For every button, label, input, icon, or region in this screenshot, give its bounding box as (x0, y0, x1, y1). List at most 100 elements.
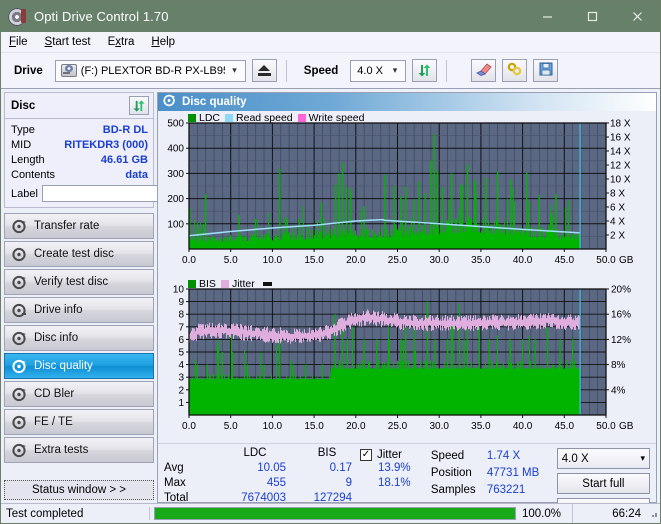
disc-type-value: BD-R DL (102, 123, 148, 136)
status-bar: Test completed 100.0% 66:24 (1, 503, 660, 523)
legend-bis: BIS (188, 278, 216, 290)
save-button[interactable] (533, 59, 559, 82)
svg-text:10.0: 10.0 (263, 255, 283, 266)
close-button[interactable] (615, 1, 660, 32)
jitter-toggle-row: ✓ Jitter (360, 447, 431, 462)
svg-text:3: 3 (178, 373, 184, 384)
sidebar-item-create-test-disc[interactable]: Create test disc (4, 241, 154, 267)
options-button[interactable] (502, 59, 528, 82)
disc-test-icon (12, 219, 27, 234)
svg-text:6: 6 (178, 335, 184, 346)
svg-text:10 X: 10 X (610, 175, 631, 186)
svg-text:30.0: 30.0 (429, 421, 449, 432)
chevron-down-icon: ▾ (232, 65, 237, 75)
svg-text:45.0: 45.0 (555, 421, 575, 432)
sidebar-item-label: Extra tests (34, 444, 89, 456)
svg-text:30.0: 30.0 (429, 255, 449, 266)
window-title: Opti Drive Control 1.70 (34, 9, 169, 24)
sidebar-item-label: Create test disc (34, 248, 114, 260)
minimize-button[interactable] (525, 1, 570, 32)
start-full-button[interactable]: Start full (556, 473, 651, 494)
drive-select-value: (F:) PLEXTOR BD-R PX-LB950SA 1.06 (80, 64, 225, 77)
bis-chart-legend: BIS Jitter (188, 278, 272, 290)
svg-text:2 X: 2 X (610, 231, 625, 242)
sidebar-item-drive-info[interactable]: Drive info (4, 297, 154, 323)
sidebar-item-disc-info[interactable]: Disc info (4, 325, 154, 351)
speed-stats: Speed 1.74 X Position 47731 MB Samples 7… (431, 447, 557, 498)
svg-text:35.0: 35.0 (471, 421, 491, 432)
svg-text:300: 300 (167, 169, 184, 180)
maximize-button[interactable] (570, 1, 615, 32)
test-speed-select[interactable]: 4.0 X ▾ (556, 448, 651, 469)
disc-row-type: Type BD-R DL (11, 122, 148, 137)
disc-contents-value: data (125, 168, 148, 181)
disc-info-rows: Type BD-R DL MID RITEKDR3 (000) Length 4… (5, 119, 249, 207)
svg-text:5.0: 5.0 (224, 255, 238, 266)
status-message: Test completed (6, 507, 84, 520)
svg-text:20.0: 20.0 (346, 255, 366, 266)
sidebar-item-fe-te[interactable]: FE / TE (4, 409, 154, 435)
samples-value: 763221 (486, 483, 526, 496)
sidebar-item-label: Verify test disc (34, 276, 109, 288)
eject-icon (258, 65, 271, 71)
status-window-button[interactable]: Status window > > (4, 480, 154, 500)
svg-text:16%: 16% (611, 310, 631, 321)
speed-label: Speed (303, 64, 339, 77)
sidebar-nav: Transfer rate Create test disc Verify te… (4, 213, 154, 463)
svg-text:400: 400 (167, 144, 184, 155)
svg-text:12%: 12% (611, 335, 631, 346)
disc-row-contents: Contents data (11, 167, 148, 182)
svg-text:12 X: 12 X (610, 161, 631, 172)
bis-jitter-plot[interactable]: 1 23 45 6 78 910 4% 8% 12% 16% 20% 0.0 5.0 10.0 15.0 20… (158, 277, 656, 443)
menu-help[interactable]: Help (151, 36, 175, 48)
sidebar-item-transfer-rate[interactable]: Transfer rate (4, 213, 154, 239)
disc-contents-label: Contents (11, 168, 56, 181)
svg-text:10.0: 10.0 (263, 421, 283, 432)
disc-test-icon (163, 94, 176, 110)
read-speed-swatch (225, 114, 234, 122)
legend-read-speed: Read speed (225, 112, 293, 124)
svg-text:7: 7 (178, 322, 184, 333)
stats-avg-ldc: 10.05 (257, 462, 286, 474)
speed-row: Speed 1.74 X (431, 447, 557, 464)
stats-row-label-max: Max (164, 477, 186, 489)
refresh-button[interactable] (412, 59, 438, 82)
progress-bar-cell: 100.0% (149, 507, 572, 520)
sidebar-item-disc-quality[interactable]: Disc quality (4, 353, 154, 379)
sidebar-item-extra-tests[interactable]: Extra tests (4, 437, 154, 463)
window-controls (525, 1, 660, 32)
speed-select[interactable]: 4.0 X ▾ (350, 59, 407, 82)
svg-text:14 X: 14 X (610, 147, 631, 158)
toolbar-divider (285, 59, 287, 82)
speed-stat-value: 1.74 X (486, 449, 521, 462)
sidebar-item-cd-bler[interactable]: CD Bler (4, 381, 154, 407)
svg-text:4 X: 4 X (610, 217, 625, 228)
legend-label: Jitter (231, 278, 255, 290)
stats-grid: LDC BIS Avg 10.05 0.17 Max 455 9 Total 7… (164, 447, 360, 507)
clear-button[interactable] (471, 59, 497, 82)
disc-test-icon (12, 303, 27, 318)
menu-file[interactable]: FFileile (9, 36, 28, 48)
sidebar-item-verify-test-disc[interactable]: Verify test disc (4, 269, 154, 295)
svg-text:18 X: 18 X (610, 119, 631, 130)
resize-grip[interactable] (646, 504, 660, 523)
elapsed-time: 66:24 (572, 504, 646, 523)
ldc-plot[interactable]: 100 200 300 400 500 2 X 4 X 6 X 8 X 10 X 12 X 14 X 1… (158, 111, 656, 277)
svg-text:6 X: 6 X (610, 203, 625, 214)
disc-label-row: Label (11, 184, 249, 203)
disc-test-icon (12, 443, 27, 458)
menu-start-test[interactable]: Start test (45, 36, 91, 48)
speed-select-value: 4.0 X (357, 64, 383, 77)
jitter-avg-value: 13.9% (378, 462, 411, 474)
drive-select[interactable]: (F:) PLEXTOR BD-R PX-LB950SA 1.06 ▾ (54, 59, 246, 82)
disc-test-icon (12, 359, 27, 374)
jitter-checkbox[interactable]: ✓ (360, 448, 372, 461)
legend-write-speed: Write speed (297, 112, 365, 124)
disc-test-icon (12, 275, 27, 290)
svg-text:100: 100 (167, 219, 184, 230)
menu-extra[interactable]: Extra (108, 36, 135, 48)
svg-text:5: 5 (178, 348, 184, 359)
eject-button[interactable] (251, 59, 277, 82)
disc-refresh-button[interactable] (129, 96, 149, 115)
